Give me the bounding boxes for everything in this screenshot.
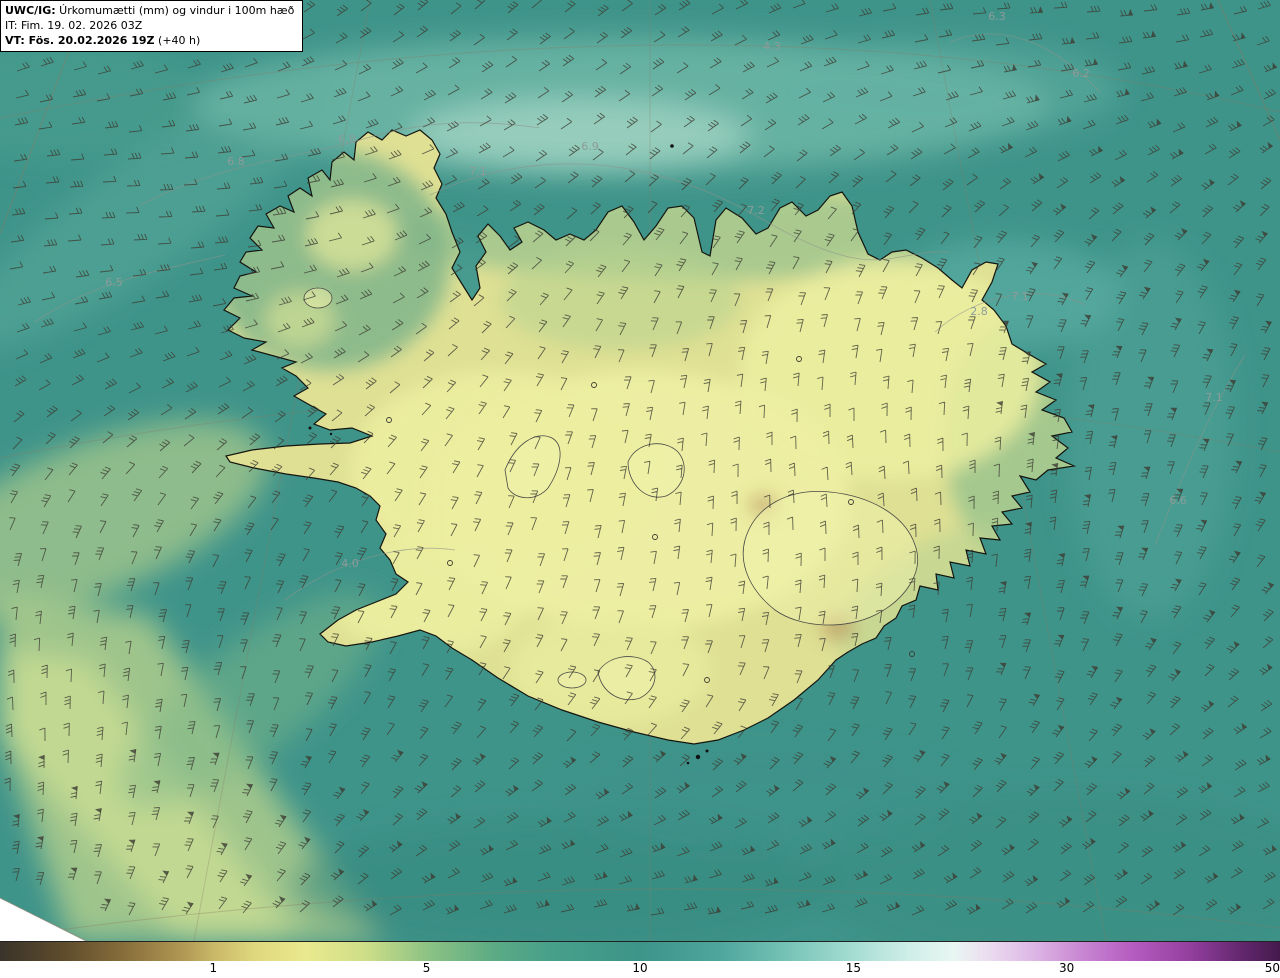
contour-label: 6.9 — [581, 140, 599, 153]
colorbar-tick-label: 5 — [423, 961, 431, 975]
contour-label: 6.3 — [988, 10, 1006, 23]
contour-label: 6.5 — [105, 276, 123, 289]
contour-label: 6.8 — [338, 133, 356, 146]
product-label: UWC/IG: — [5, 4, 56, 17]
colorbar-tick-label: 30 — [1059, 961, 1074, 975]
valid-offset: (+40 h) — [155, 34, 201, 47]
init-label: IT: — [5, 19, 17, 32]
colorbar-tick-label: 15 — [846, 961, 861, 975]
contour-label: 2.8 — [970, 305, 988, 318]
valid-time: VT: Fös. 20.02.2026 19Z — [5, 34, 155, 47]
weather-map-page: 6.34.36.26.86.96.87.17.26.57.12.87.16.64… — [0, 0, 1280, 978]
colorbar-labels: 1510153050 — [0, 961, 1280, 978]
contour-label: 7.1 — [469, 165, 487, 178]
weather-map: 6.34.36.26.86.96.87.17.26.57.12.87.16.64… — [0, 0, 1280, 941]
colorbar-gradient — [0, 941, 1280, 961]
header-valid-line: VT: Fös. 20.02.2026 19Z (+40 h) — [5, 33, 294, 48]
colorbar-tick-label: 10 — [632, 961, 647, 975]
colorbar-tick-label: 1 — [210, 961, 218, 975]
product-title: Úrkomumætti (mm) og vindur i 100m hæð — [56, 4, 295, 17]
contour-label: 7.2 — [747, 204, 765, 217]
init-time: Fim. 19. 02. 2026 03Z — [17, 19, 142, 32]
contour-label: 4.0 — [341, 557, 359, 570]
contour-label: 6.2 — [1072, 67, 1090, 80]
colorbar-tick-label: 50 — [1265, 961, 1280, 975]
contour-label: 4.3 — [763, 40, 781, 53]
header-init-line: IT: Fim. 19. 02. 2026 03Z — [5, 18, 294, 33]
header-box: UWC/IG: Úrkomumætti (mm) og vindur i 100… — [0, 0, 303, 52]
contour-label: 7.1 — [1011, 290, 1029, 303]
contour-label: 7.1 — [1205, 391, 1223, 404]
header-title-line: UWC/IG: Úrkomumætti (mm) og vindur i 100… — [5, 3, 294, 18]
